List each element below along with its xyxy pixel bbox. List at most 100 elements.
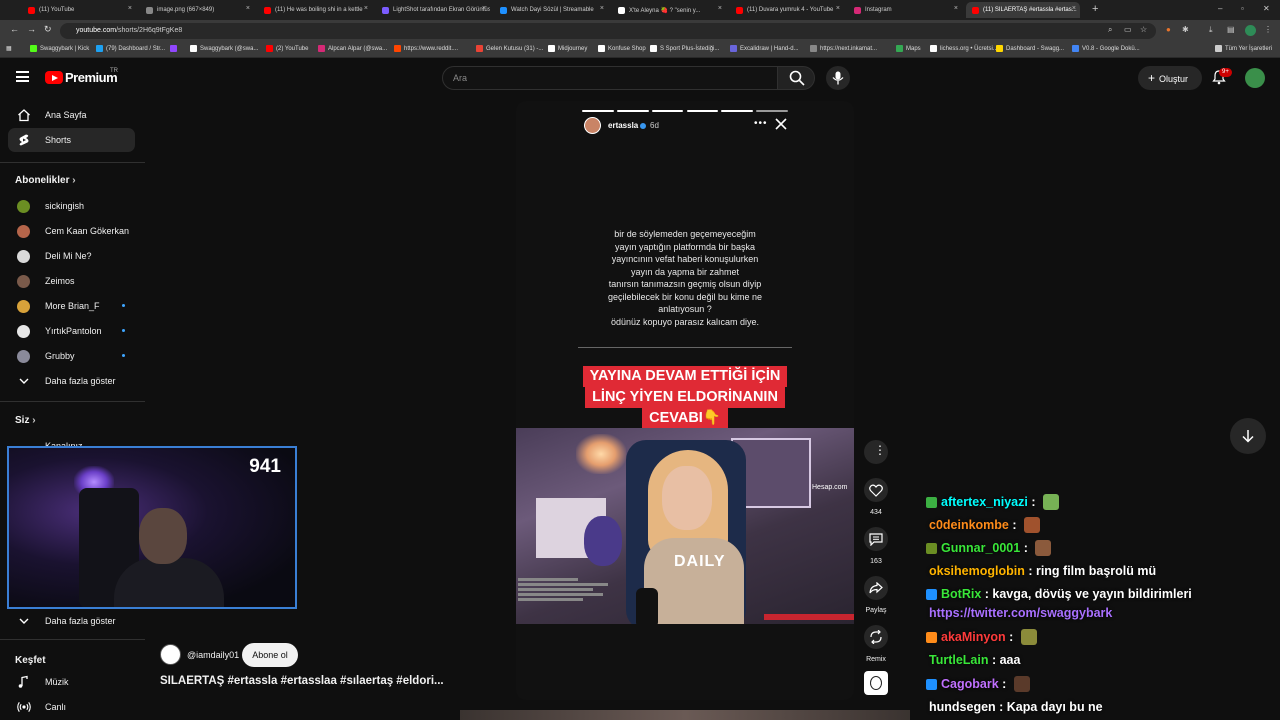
search-button[interactable]: [777, 66, 815, 90]
bookmark-item[interactable]: Maps: [896, 45, 921, 52]
browser-tab[interactable]: Instagram ×: [848, 2, 962, 18]
tab-close-icon[interactable]: ×: [1072, 5, 1076, 12]
next-short-preview[interactable]: [460, 710, 910, 720]
like-button[interactable]: 434: [864, 478, 888, 516]
more-actions-button[interactable]: ⋮: [864, 440, 888, 464]
microphone: [636, 588, 658, 624]
next-video-button[interactable]: [1230, 418, 1266, 454]
chevron-right-icon: ›: [32, 415, 36, 426]
you-heading[interactable]: Siz ›: [15, 415, 36, 426]
bookmark-favicon-icon: [996, 45, 1003, 52]
bookmark-star-icon[interactable]: ☆: [1140, 25, 1147, 34]
sidebar-item-live[interactable]: Canlı: [8, 695, 135, 719]
bookmark-item[interactable]: [170, 45, 180, 52]
bookmark-item[interactable]: https://www.reddit....: [394, 45, 458, 52]
tab-close-icon[interactable]: ×: [482, 5, 486, 12]
bookmark-item[interactable]: Tüm Yer İşaretleri: [1215, 45, 1272, 52]
browser-tab[interactable]: (11) Duvara yumruk 4 - YouTube ×: [730, 2, 844, 18]
search-input[interactable]: Ara: [442, 66, 778, 90]
bookmark-item[interactable]: Midjourney: [548, 45, 587, 52]
minimize-icon[interactable]: –: [1218, 4, 1222, 13]
video-title[interactable]: SILAERTAŞ #ertassla #ertasslaa #sılaerta…: [160, 675, 444, 687]
channel-avatar[interactable]: [160, 644, 181, 665]
bookmark-item[interactable]: (2) YouTube: [266, 45, 308, 52]
bookmark-item[interactable]: Alpcan Alpar (@swa...: [318, 45, 387, 52]
browser-tab[interactable]: (11) He was boiling shi in a kettle ×: [258, 2, 372, 18]
browser-tab[interactable]: LightShot tarafından Ekran Görüntüsü ×: [376, 2, 490, 18]
bookmark-item[interactable]: Excalidraw | Hand-d...: [730, 45, 799, 52]
story-progress-segment: [651, 110, 684, 112]
show-more-subscriptions[interactable]: Daha fazla göster: [8, 369, 135, 393]
tab-close-icon[interactable]: ×: [246, 5, 250, 12]
bookmark-item[interactable]: lichess.org • Ücretsi...: [930, 45, 998, 52]
browser-tab[interactable]: (11) SILAERTAŞ #ertassla #ertas... ×: [966, 2, 1080, 18]
subscriptions-heading[interactable]: Abonelikler ›: [15, 175, 76, 186]
youtube-logo-icon[interactable]: [45, 71, 63, 84]
new-tab-button[interactable]: +: [1092, 3, 1098, 15]
bookmark-item[interactable]: S Sport Plus-İstediği...: [650, 45, 719, 52]
sidebar-item-music[interactable]: Müzik: [8, 670, 135, 694]
browser-tab[interactable]: image.png (667×849) ×: [140, 2, 254, 18]
subscribe-button[interactable]: Abone ol: [242, 643, 298, 667]
voice-search-button[interactable]: [826, 66, 850, 90]
bookmark-item[interactable]: (79) Dashboard / Str...: [96, 45, 165, 52]
bookmark-item[interactable]: V0.8 - Google Dokü...: [1072, 45, 1140, 52]
tab-close-icon[interactable]: ×: [128, 5, 132, 12]
sidebar-item-home[interactable]: Ana Sayfa: [8, 103, 135, 127]
tab-close-icon[interactable]: ×: [836, 5, 840, 12]
extension-icon[interactable]: ●: [1166, 25, 1171, 34]
comments-button[interactable]: 163: [864, 527, 888, 565]
tab-close-icon[interactable]: ×: [718, 5, 722, 12]
sidebar-item-subscription[interactable]: Zeimos: [8, 269, 135, 293]
chat-link[interactable]: https://twitter.com/swaggybark: [929, 606, 1112, 620]
maximize-icon[interactable]: ▫: [1241, 4, 1244, 13]
download-icon[interactable]: ⤓: [1209, 25, 1213, 35]
browser-menu-icon[interactable]: ⋮: [1264, 25, 1272, 34]
reload-icon[interactable]: ↻: [44, 24, 52, 35]
account-avatar[interactable]: [1245, 68, 1265, 88]
show-more-you[interactable]: Daha fazla göster: [8, 609, 135, 633]
channel-thumbnail[interactable]: [864, 671, 888, 695]
sidebar-item-subscription[interactable]: Cem Kaan Gökerkan: [8, 219, 135, 243]
create-button[interactable]: + Oluştur: [1138, 66, 1202, 90]
extensions-puzzle-icon[interactable]: ✱: [1182, 25, 1189, 34]
close-window-icon[interactable]: ✕: [1263, 4, 1270, 13]
tab-close-icon[interactable]: ×: [364, 5, 368, 12]
sidebar-item-subscription[interactable]: More Brian_F: [8, 294, 135, 318]
headline-line: YAYINA DEVAM ETTİĞİ İÇİN: [582, 366, 788, 387]
bookmark-item[interactable]: Swaggybark (@swa...: [190, 45, 258, 52]
bookmark-item[interactable]: Swaggybark | Kick: [30, 45, 89, 52]
apps-grid-icon[interactable]: ▦: [6, 45, 12, 52]
zoom-icon[interactable]: ⌕: [1108, 25, 1112, 35]
sidebar-item-subscription[interactable]: sickingish: [8, 194, 135, 218]
tab-close-icon[interactable]: ×: [600, 5, 604, 12]
chat-message: TurtleLain : aaa: [929, 653, 1020, 667]
sidebar-item-shorts[interactable]: Shorts: [8, 128, 135, 152]
bookmark-item[interactable]: Gelen Kutusu (31) -...: [476, 45, 543, 52]
address-bar[interactable]: youtube.com/shorts/2H6q9tFgKe8: [60, 23, 1156, 39]
lamp: [576, 434, 626, 474]
sidebar-item-subscription[interactable]: Deli Mi Ne?: [8, 244, 135, 268]
browser-tab[interactable]: (11) YouTube ×: [22, 2, 136, 18]
menu-icon[interactable]: [16, 71, 29, 82]
browser-tab[interactable]: Watch Dayi Sözül | Streamable ×: [494, 2, 608, 18]
tab-label: X'te Aleyna 🍓 ? "senin y...: [629, 7, 701, 14]
comment-icon: [864, 527, 888, 551]
shorts-player[interactable]: ertassla 6d ••• bir de söylemeden geçeme…: [516, 101, 854, 700]
cast-icon[interactable]: ▭: [1124, 25, 1132, 34]
sidebar-item-subscription[interactable]: YırtıkPantolon: [8, 319, 135, 343]
sidebar-item-subscription[interactable]: Grubby: [8, 344, 135, 368]
forward-icon[interactable]: →: [27, 24, 36, 34]
back-icon[interactable]: ←: [10, 24, 19, 34]
browser-profile-avatar[interactable]: [1245, 25, 1256, 36]
channel-name[interactable]: @iamdaily01: [187, 650, 239, 660]
tab-close-icon[interactable]: ×: [954, 5, 958, 12]
bookmark-item[interactable]: Konfuse Shop: [598, 45, 646, 52]
sidepanel-icon[interactable]: ▤: [1227, 25, 1235, 34]
tab-favicon-icon: [854, 6, 861, 14]
bookmark-item[interactable]: https://next.inkamat...: [810, 45, 877, 52]
bookmark-item[interactable]: Dashboard - Swagg...: [996, 45, 1064, 52]
share-button[interactable]: Paylaş: [864, 576, 888, 614]
remix-button[interactable]: Remix: [864, 625, 888, 663]
browser-tab[interactable]: X'te Aleyna 🍓 ? "senin y... ×: [612, 2, 726, 18]
